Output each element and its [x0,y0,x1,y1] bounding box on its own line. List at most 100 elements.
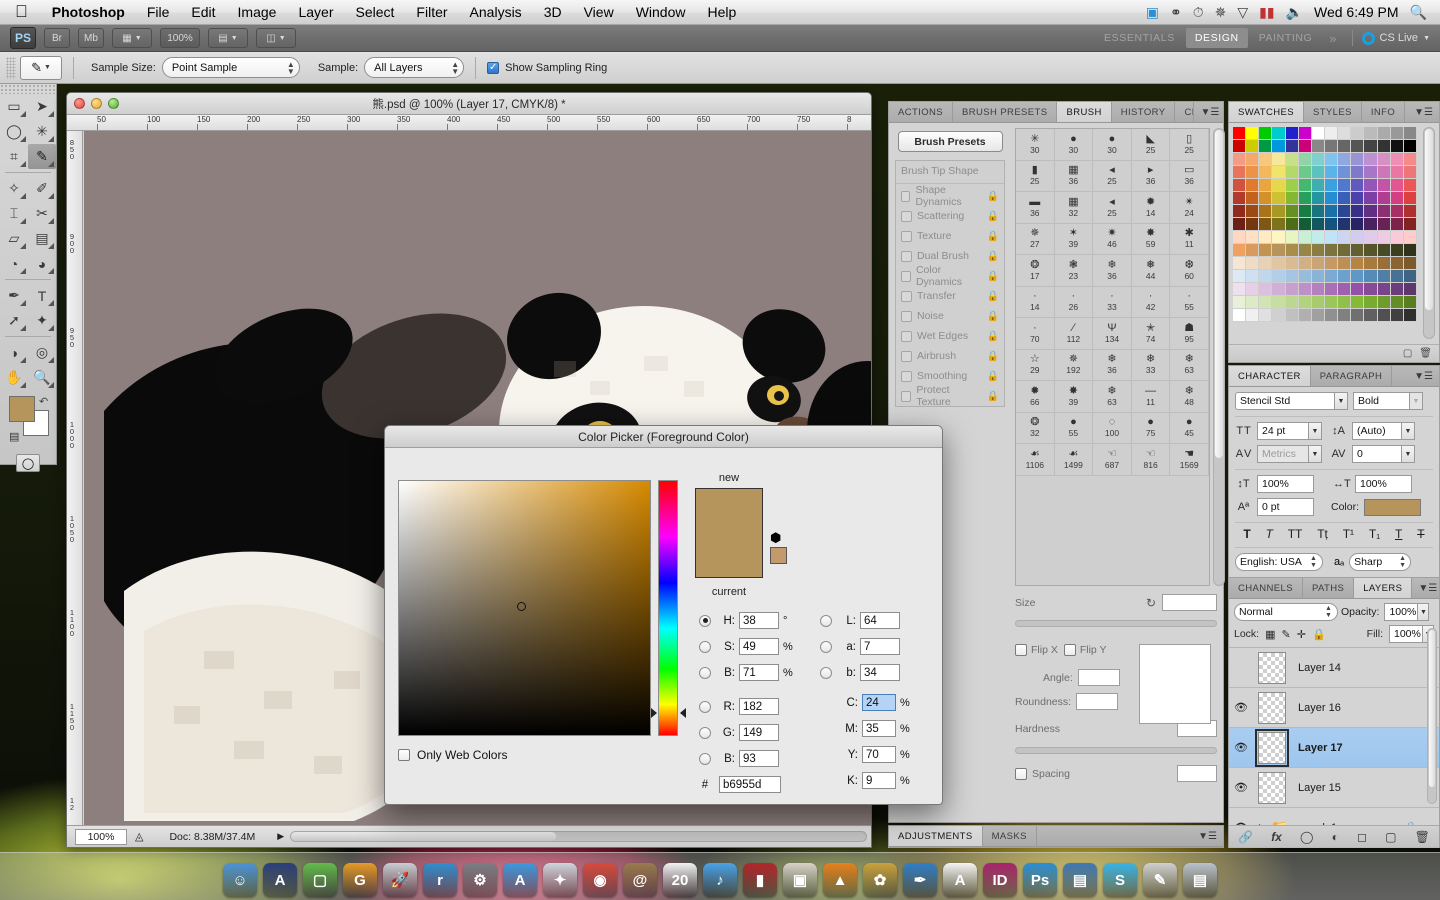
brush-option-texture[interactable]: Texture 🔒 [896,226,1004,246]
color-swatch[interactable] [1298,309,1312,322]
dock-item-acdsee[interactable]: A [263,863,297,897]
brush-tip-cell[interactable]: ❅ 44 [1131,255,1171,287]
color-swatch[interactable] [1364,283,1378,296]
lab-b-field[interactable]: 34 [860,664,900,681]
color-swatch[interactable] [1285,218,1299,231]
only-web-colors-checkbox[interactable] [398,749,410,761]
color-swatch[interactable] [1246,218,1260,231]
brush-tip-cell[interactable]: ✸ 59 [1131,223,1171,255]
color-swatch[interactable] [1351,218,1365,231]
color-swatch[interactable] [1311,270,1325,283]
pen-tool[interactable]: ✒ [0,283,28,308]
brush-size-field[interactable] [1162,594,1217,611]
brush-tip-cell[interactable]: ❄ 36 [1093,349,1132,381]
color-swatch[interactable] [1272,205,1286,218]
spacing-checkbox[interactable] [1015,767,1027,780]
color-swatch[interactable] [1272,153,1286,166]
color-swatch[interactable] [1233,153,1247,166]
color-swatch[interactable] [1259,205,1273,218]
color-swatch[interactable] [1246,296,1260,309]
color-swatch[interactable] [1298,283,1312,296]
color-swatch[interactable] [1377,257,1391,270]
tab-brush[interactable]: BRUSH [1057,102,1112,122]
dock-item-launchpad[interactable]: 🚀 [383,863,417,897]
baseline-shift-field[interactable]: 0 pt [1257,498,1314,516]
chevron-double-right-icon[interactable]: » [1323,31,1342,46]
lock-all-icon[interactable]: 🔒 [1312,628,1326,641]
delete-swatch-icon[interactable]: 🗑 [1419,348,1432,359]
fill-field[interactable]: 100% [1389,625,1423,643]
lab-a-field[interactable]: 7 [860,638,900,655]
color-swatch[interactable] [1351,179,1365,192]
zoom-level-display[interactable]: 100% [160,28,200,48]
brush-tip-cell[interactable]: · 14 [1016,286,1055,318]
color-swatch[interactable] [1298,231,1312,244]
tab-channels[interactable]: CHANNELS [1229,578,1303,598]
color-swatch[interactable] [1311,140,1325,153]
dock-item-photoshop[interactable]: Ps [1023,863,1057,897]
radio-red[interactable] [699,700,711,713]
color-swatch[interactable] [1246,140,1260,153]
color-swatch[interactable] [1246,270,1260,283]
tab-adjustments[interactable]: ADJUSTMENTS [889,826,983,846]
dock-item-iphoto[interactable]: ▣ [783,863,817,897]
brush-tip-cell[interactable]: ✸ 39 [1054,381,1094,413]
color-swatch[interactable] [1325,231,1339,244]
workspace-painting[interactable]: PAINTING [1250,28,1322,48]
color-swatch[interactable] [1272,127,1286,140]
color-swatch[interactable] [1298,296,1312,309]
brush-tool[interactable]: ✐ [28,176,56,201]
color-swatch[interactable] [1272,283,1286,296]
hand-tool[interactable]: ✋ [0,365,28,390]
adjustment-layer-icon[interactable]: ◐ [1332,830,1339,844]
color-swatch[interactable] [1298,192,1312,205]
options-bar-grip[interactable] [6,56,16,79]
color-swatch[interactable] [1338,309,1352,322]
color-swatch[interactable] [1351,192,1365,205]
brush-tip-cell[interactable]: ❄ 48 [1170,381,1209,413]
brush-tip-cell[interactable]: ☙ 1499 [1054,444,1094,476]
color-swatch[interactable] [1403,153,1417,166]
dock-item-keynote[interactable]: ▮ [743,863,777,897]
color-swatch[interactable] [1364,257,1378,270]
tab-clone-source[interactable]: CLONE SOURCE [1175,102,1195,122]
document-title-bar[interactable]: 熊.psd @ 100% (Layer 17, CMYK/8) * [67,93,871,115]
delete-layer-icon[interactable]: 🗑 [1415,830,1430,844]
color-swatch[interactable] [1298,140,1312,153]
language-stepper-icon[interactable]: ▲ ▼ [1310,555,1317,569]
hex-field[interactable]: b6955d [719,776,781,793]
menu-bar-clock[interactable]: Wed 6:49 PM [1314,4,1399,20]
color-swatch[interactable] [1259,192,1273,205]
color-swatch[interactable] [1311,127,1325,140]
status-menu-arrow-icon[interactable]: ▶ [277,831,284,842]
tab-history[interactable]: HISTORY [1112,102,1176,122]
color-swatch[interactable] [1364,127,1378,140]
new-swatch-icon[interactable]: ▢ [1403,348,1412,359]
spacing-field[interactable] [1177,765,1217,782]
layer-thumbnail[interactable] [1258,651,1286,684]
color-swatch[interactable] [1285,283,1299,296]
font-style-field[interactable]: Bold [1353,392,1410,410]
color-swatch[interactable] [1272,309,1286,322]
brush-tip-cell[interactable]: ❂ 17 [1016,255,1055,287]
lock-icon[interactable]: 🔒 [987,211,999,222]
tracking-field[interactable]: 0 [1352,445,1402,463]
panel-menu-icon[interactable]: ▼☰ [1408,102,1439,122]
layer-mask-icon[interactable]: ◯ [1300,830,1313,844]
rectangular-marquee-tool[interactable]: ▭ [0,94,28,119]
color-swatch[interactable] [1390,231,1404,244]
layer-thumbnail[interactable] [1258,691,1286,724]
brush-tip-cell[interactable]: ● 45 [1170,412,1209,444]
antialias-stepper-icon[interactable]: ▲ ▼ [1399,555,1406,569]
brush-tip-cell[interactable]: ▦ 32 [1054,192,1094,224]
time-machine-icon[interactable]: ⏱ [1193,5,1204,19]
color-swatch[interactable] [1246,244,1260,257]
font-size-dropdown-icon[interactable]: ▼ [1309,422,1322,440]
lock-icon[interactable]: 🔒 [987,191,999,202]
color-swatch[interactable] [1311,296,1325,309]
color-swatch[interactable] [1311,218,1325,231]
color-swatch[interactable] [1259,244,1273,257]
layer-row[interactable]: 👁 Layer 16 [1229,688,1439,728]
brush-tip-cell[interactable]: ❄ 36 [1093,255,1132,287]
color-swatch[interactable] [1390,218,1404,231]
